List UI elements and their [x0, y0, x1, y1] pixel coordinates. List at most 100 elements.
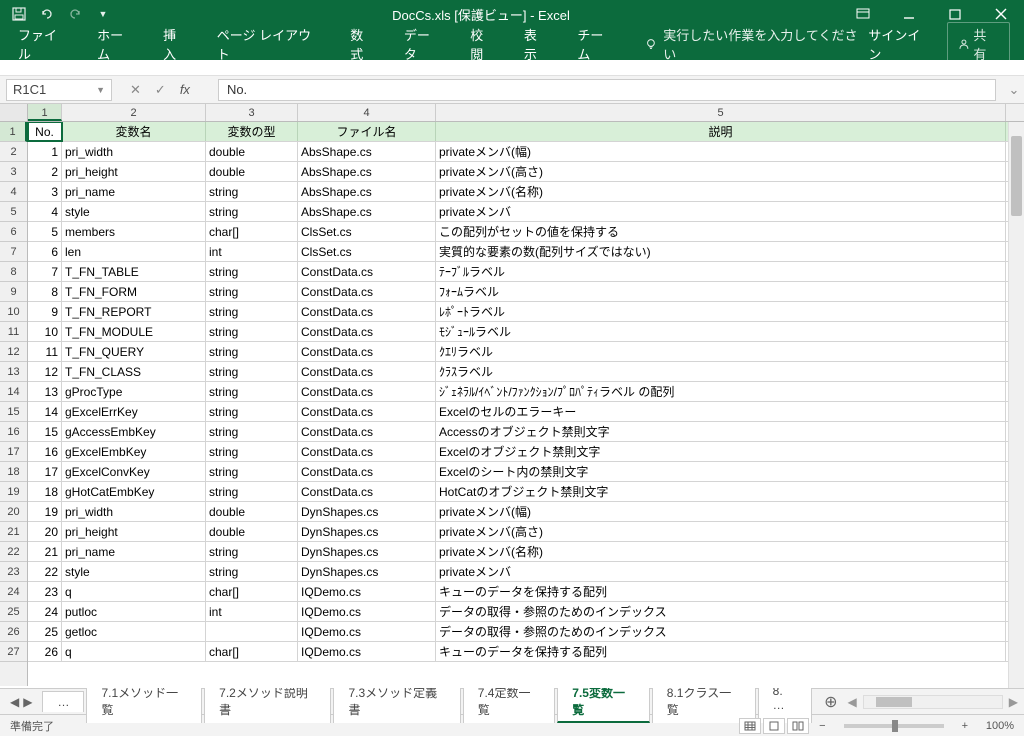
ribbon-tab-6[interactable]: 校閲 [456, 19, 510, 69]
cell[interactable]: 3 [28, 182, 62, 201]
cell[interactable]: double [206, 162, 298, 181]
column-header[interactable]: 2 [62, 104, 206, 121]
name-box[interactable]: R1C1 ▼ [6, 79, 112, 101]
cell[interactable]: int [206, 602, 298, 621]
cell[interactable]: privateメンバ [436, 202, 1006, 221]
cell[interactable]: 5 [28, 222, 62, 241]
cell[interactable]: キューのデータを保持する配列 [436, 642, 1006, 661]
cell[interactable]: q [62, 582, 206, 601]
cell[interactable]: ｸｴﾘラベル [436, 342, 1006, 361]
cell[interactable]: 4 [28, 202, 62, 221]
cell[interactable]: 15 [28, 422, 62, 441]
row-header[interactable]: 4 [0, 182, 27, 202]
cell[interactable]: gAccessEmbKey [62, 422, 206, 441]
cell[interactable]: 12 [28, 362, 62, 381]
cell[interactable]: double [206, 522, 298, 541]
cell[interactable]: 8 [28, 282, 62, 301]
cell[interactable]: この配列がセットの値を保持する [436, 222, 1006, 241]
zoom-out-button[interactable]: − [819, 720, 825, 732]
cell[interactable]: privateメンバ(名称) [436, 542, 1006, 561]
cell[interactable]: AbsShape.cs [298, 162, 436, 181]
cell[interactable]: string [206, 262, 298, 281]
cell[interactable]: 17 [28, 462, 62, 481]
row-header[interactable]: 17 [0, 442, 27, 462]
view-page-break-icon[interactable] [787, 718, 809, 734]
cell[interactable]: string [206, 302, 298, 321]
cell[interactable]: ClsSet.cs [298, 222, 436, 241]
cell[interactable]: privateメンバ [436, 562, 1006, 581]
row-header[interactable]: 1 [0, 122, 27, 142]
row-header[interactable]: 3 [0, 162, 27, 182]
cell[interactable]: privateメンバ(高さ) [436, 162, 1006, 181]
cell[interactable]: ConstData.cs [298, 422, 436, 441]
row-header[interactable]: 7 [0, 242, 27, 262]
cell[interactable]: pri_width [62, 502, 206, 521]
cell[interactable]: string [206, 342, 298, 361]
scrollbar-thumb[interactable] [1011, 136, 1022, 216]
cell[interactable]: データの取得・参照のためのインデックス [436, 602, 1006, 621]
cell[interactable]: string [206, 202, 298, 221]
cell[interactable]: 23 [28, 582, 62, 601]
cell[interactable]: style [62, 562, 206, 581]
cell[interactable]: ConstData.cs [298, 482, 436, 501]
cell[interactable]: string [206, 442, 298, 461]
cell[interactable]: ｼﾞｪﾈﾗﾙ/ｲﾍﾞﾝﾄ/ﾌｧﾝｸｼｮﾝ/ﾌﾟﾛﾊﾟﾃｨラベル の配列 [436, 382, 1006, 401]
column-header[interactable]: 3 [206, 104, 298, 121]
row-header[interactable]: 5 [0, 202, 27, 222]
cell[interactable]: 26 [28, 642, 62, 661]
ribbon-tab-4[interactable]: 数式 [336, 19, 390, 69]
cell[interactable]: T_FN_FORM [62, 282, 206, 301]
cell[interactable] [206, 622, 298, 641]
cell[interactable]: DynShapes.cs [298, 562, 436, 581]
add-sheet-button[interactable]: ⊕ [814, 692, 847, 712]
sheet-tab-overflow[interactable]: … [42, 691, 84, 712]
cell[interactable]: ConstData.cs [298, 322, 436, 341]
horizontal-scrollbar[interactable] [863, 695, 1003, 709]
save-icon[interactable] [12, 7, 26, 21]
ribbon-tab-5[interactable]: データ [390, 19, 456, 69]
row-header[interactable]: 21 [0, 522, 27, 542]
redo-icon[interactable] [68, 7, 82, 21]
cell[interactable]: AbsShape.cs [298, 142, 436, 161]
cell[interactable]: style [62, 202, 206, 221]
cell[interactable]: gExcelConvKey [62, 462, 206, 481]
cell[interactable]: 14 [28, 402, 62, 421]
cell[interactable]: string [206, 382, 298, 401]
row-header[interactable]: 26 [0, 622, 27, 642]
row-header[interactable]: 10 [0, 302, 27, 322]
cell[interactable]: 22 [28, 562, 62, 581]
share-button[interactable]: 共有 [947, 22, 1010, 66]
view-normal-icon[interactable] [739, 718, 761, 734]
cell[interactable]: ｸﾗｽラベル [436, 362, 1006, 381]
cell[interactable]: string [206, 462, 298, 481]
cell[interactable]: pri_name [62, 542, 206, 561]
cell[interactable]: T_FN_TABLE [62, 262, 206, 281]
cell[interactable]: 19 [28, 502, 62, 521]
cell[interactable]: pri_height [62, 162, 206, 181]
cell[interactable]: Excelのセルのエラーキー [436, 402, 1006, 421]
cell[interactable]: ConstData.cs [298, 382, 436, 401]
select-all-corner[interactable] [0, 104, 28, 121]
cell[interactable]: ﾚﾎﾟｰﾄラベル [436, 302, 1006, 321]
cell[interactable]: ConstData.cs [298, 402, 436, 421]
cell[interactable]: 25 [28, 622, 62, 641]
cell[interactable]: ConstData.cs [298, 262, 436, 281]
cell[interactable]: IQDemo.cs [298, 582, 436, 601]
cell[interactable]: 16 [28, 442, 62, 461]
cell[interactable]: Excelのシート内の禁則文字 [436, 462, 1006, 481]
cell[interactable]: gHotCatEmbKey [62, 482, 206, 501]
ribbon-tab-7[interactable]: 表示 [510, 19, 564, 69]
row-header[interactable]: 9 [0, 282, 27, 302]
ribbon-tab-1[interactable]: ホーム [83, 19, 149, 69]
cell[interactable]: T_FN_CLASS [62, 362, 206, 381]
cell[interactable]: ConstData.cs [298, 442, 436, 461]
undo-icon[interactable] [40, 7, 54, 21]
cell[interactable]: ﾌｫｰﾑラベル [436, 282, 1006, 301]
row-header[interactable]: 22 [0, 542, 27, 562]
row-header[interactable]: 16 [0, 422, 27, 442]
cell[interactable]: HotCatのオブジェクト禁則文字 [436, 482, 1006, 501]
row-header[interactable]: 15 [0, 402, 27, 422]
tab-nav-next-icon[interactable]: ▶ [23, 695, 32, 709]
cell[interactable]: privateメンバ(幅) [436, 502, 1006, 521]
cell[interactable]: 20 [28, 522, 62, 541]
